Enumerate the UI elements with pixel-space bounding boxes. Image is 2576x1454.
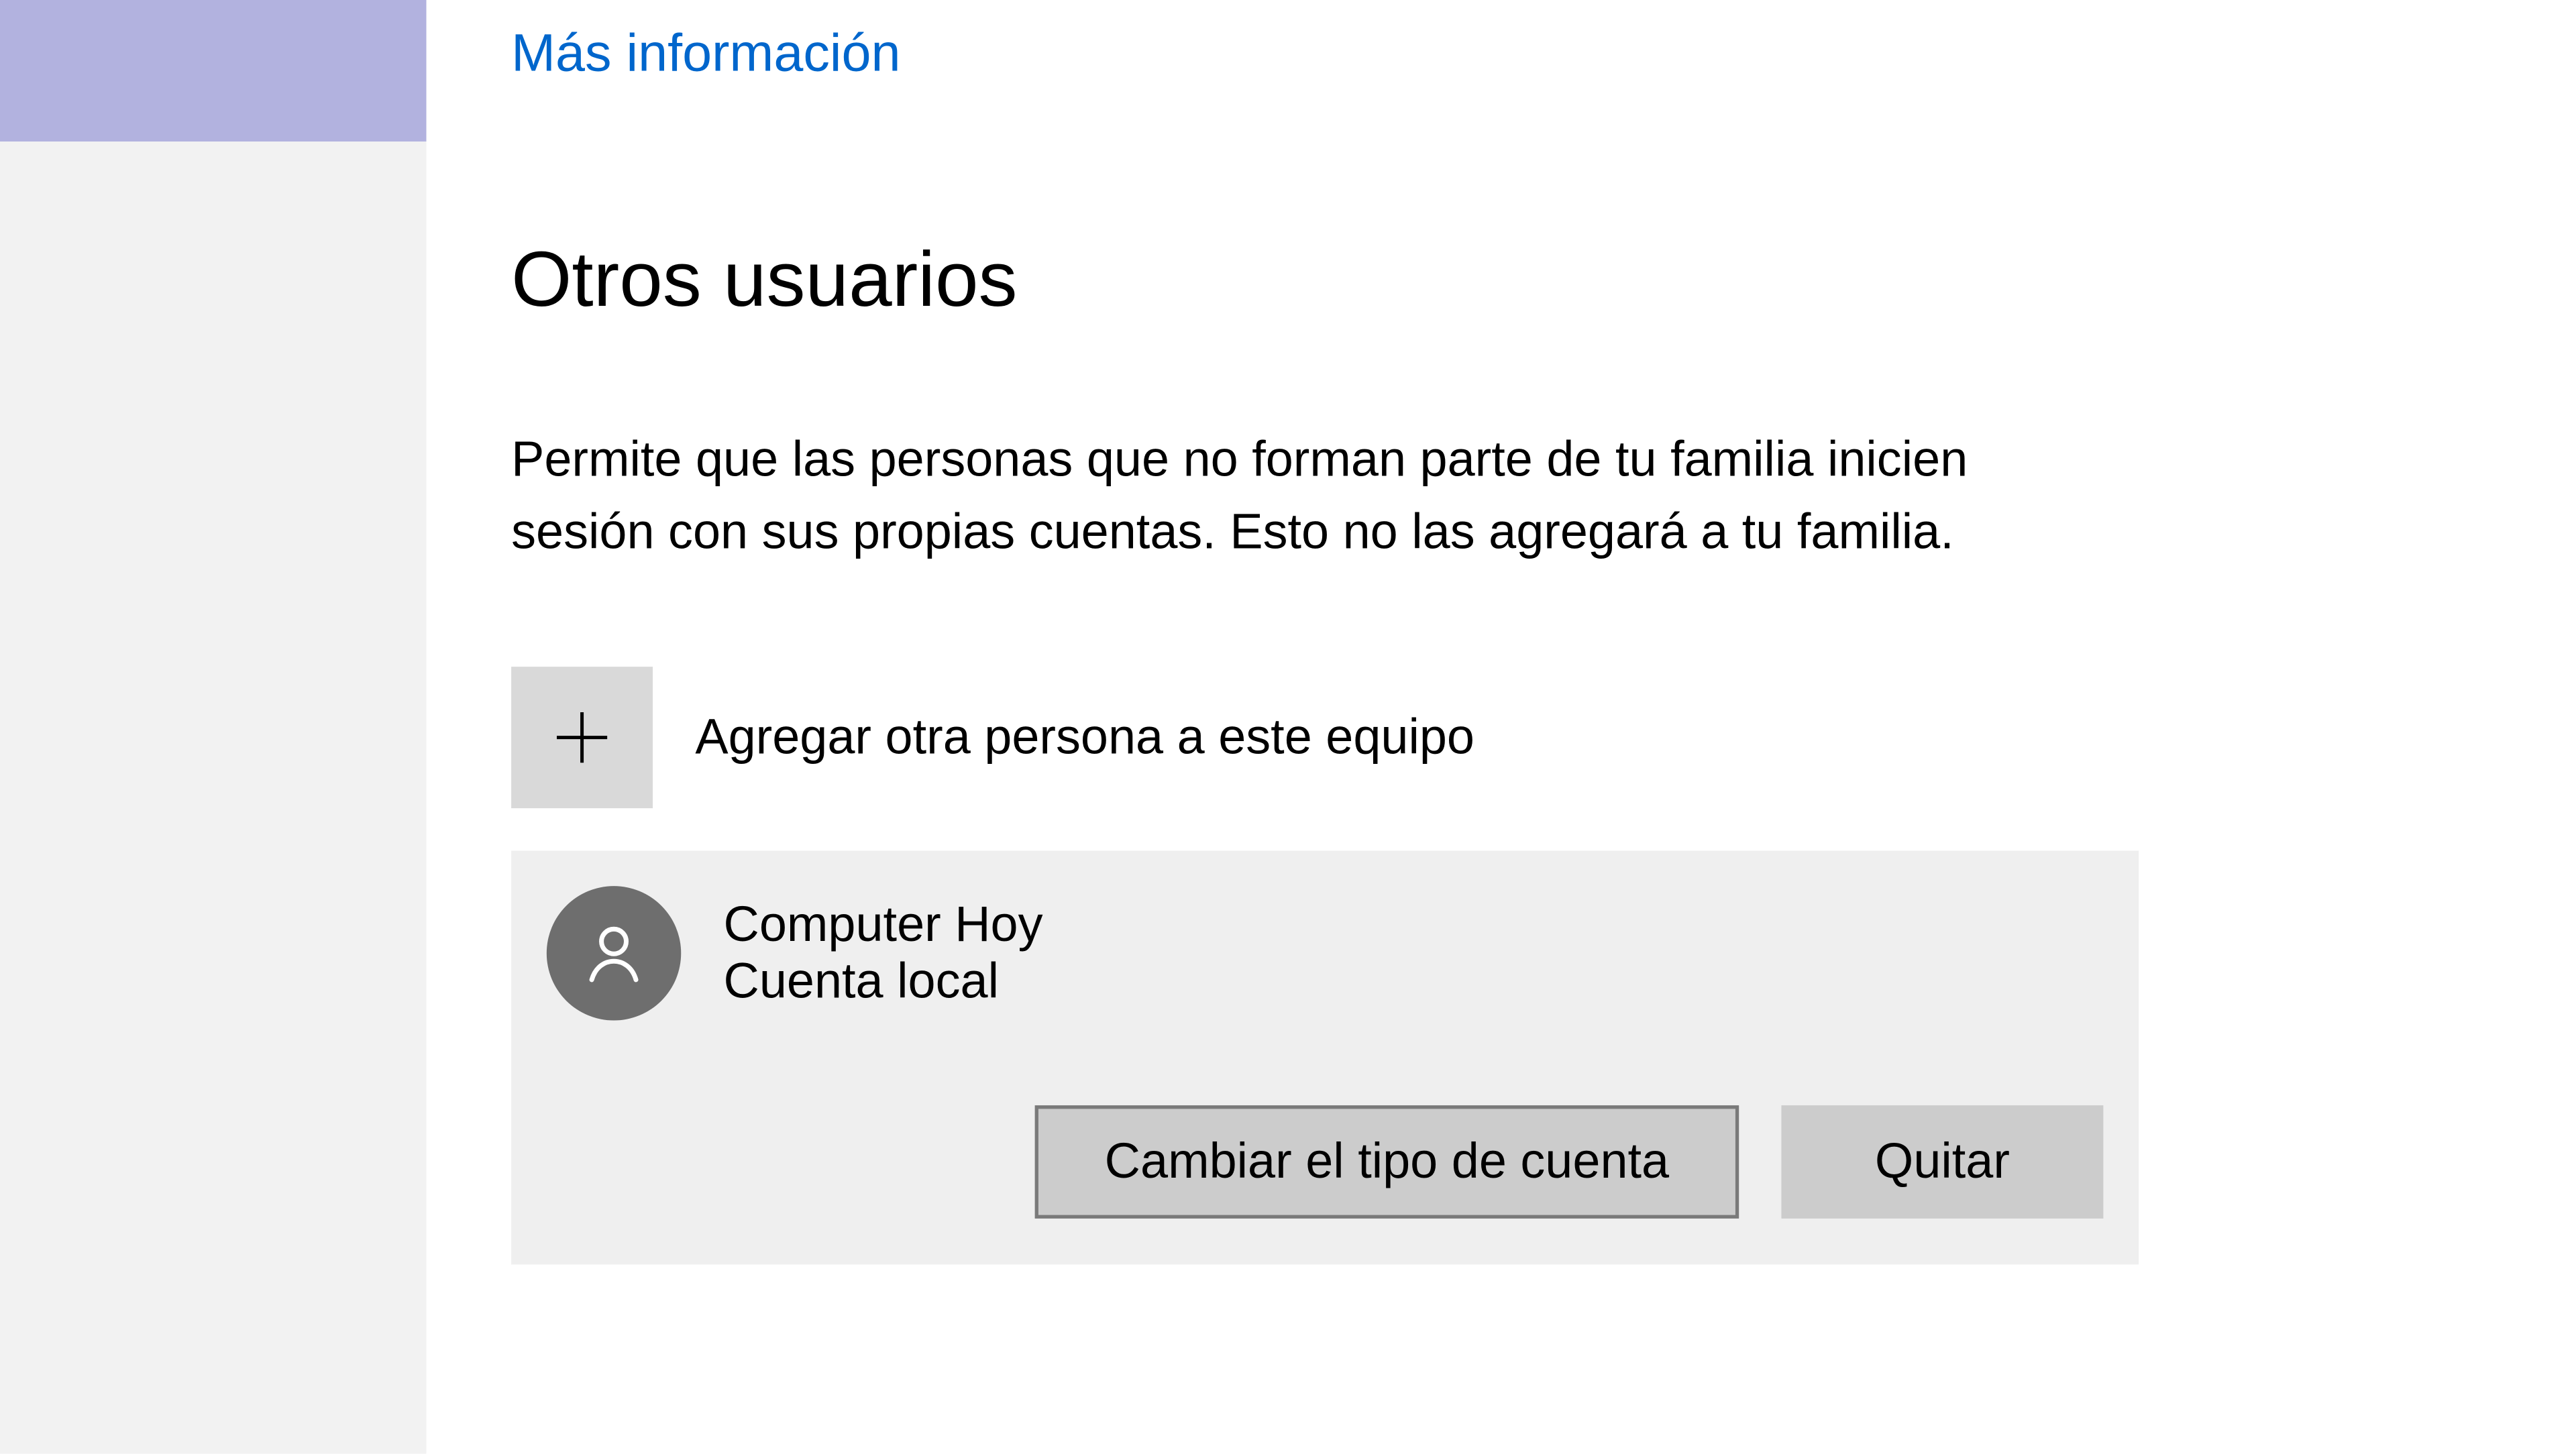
user-actions: Cambiar el tipo de cuenta Quitar [547,1106,2104,1219]
add-person-button[interactable]: Agregar otra persona a este equipo [511,667,2575,809]
change-account-type-button[interactable]: Cambiar el tipo de cuenta [1035,1106,1739,1219]
sidebar-selected-item[interactable] [0,0,427,142]
user-name: Computer Hoy [724,897,1043,953]
other-users-description: Permite que las personas que no forman p… [511,425,2086,568]
plus-icon [511,667,653,809]
user-account-type: Cuenta local [724,954,1043,1010]
user-row[interactable]: Computer Hoy Cuenta local [547,887,2104,1021]
user-avatar-icon [547,887,681,1021]
add-person-label: Agregar otra persona a este equipo [695,710,1474,766]
remove-user-button[interactable]: Quitar [1781,1106,2103,1219]
main-content: Más información Otros usuarios Permite q… [511,0,2575,1265]
other-users-heading: Otros usuarios [511,237,2575,325]
sidebar [0,0,427,1454]
more-info-link[interactable]: Más información [511,25,900,85]
user-panel: Computer Hoy Cuenta local Cambiar el tip… [511,851,2139,1265]
